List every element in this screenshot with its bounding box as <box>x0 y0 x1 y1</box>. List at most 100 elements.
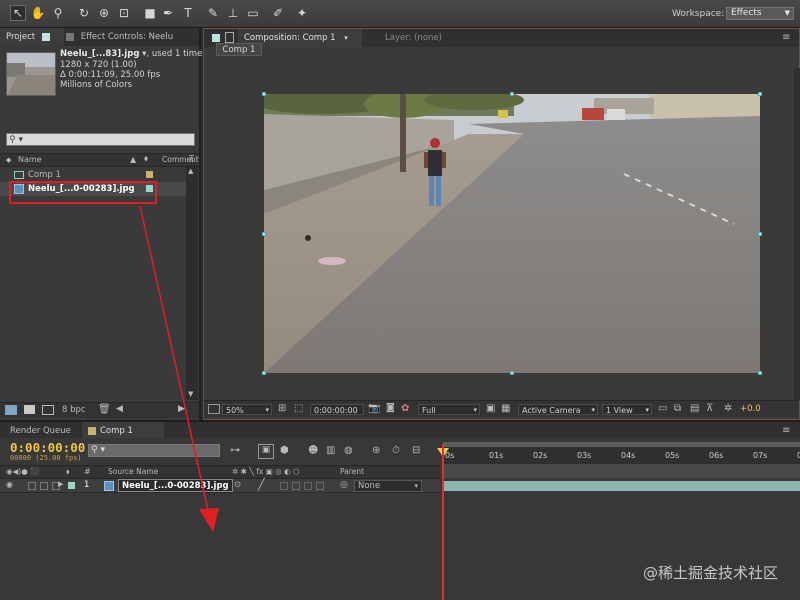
new-composition-icon[interactable] <box>42 405 54 415</box>
transparency-grid-icon[interactable]: ▦ <box>501 403 510 414</box>
pickwhip-icon[interactable]: ◎ <box>340 480 348 490</box>
label-color-swatch[interactable] <box>68 482 75 489</box>
list-item[interactable]: Comp 1 <box>0 168 186 182</box>
workspace-select[interactable]: Effects ▼ <box>726 7 794 20</box>
puppet-pin-icon[interactable]: ✦ <box>294 5 310 21</box>
type-icon[interactable]: T <box>180 5 196 21</box>
audio-toggle[interactable] <box>28 482 36 490</box>
flowchart-icon[interactable]: ⊼ <box>706 403 713 414</box>
shy-icon[interactable]: ☻ <box>308 445 318 456</box>
pen-icon[interactable]: ✒ <box>160 5 176 21</box>
graph-editor-icon[interactable]: ⊛ <box>372 445 380 456</box>
solo-toggle[interactable] <box>40 482 48 490</box>
timeline-icon[interactable]: ▤ <box>690 403 699 414</box>
selection-arrow-icon[interactable]: ↖ <box>10 5 26 21</box>
scroll-left-icon[interactable]: ◀ <box>116 404 123 414</box>
label-color-swatch[interactable] <box>146 171 153 178</box>
transform-handle[interactable] <box>758 371 762 375</box>
toggle-pixel-aspect-icon[interactable]: ▭ <box>658 403 667 414</box>
parent-select[interactable]: None ▾ <box>354 480 422 492</box>
viewer-scrollbar[interactable] <box>794 68 800 400</box>
tab-layer[interactable]: Layer: (none) <box>379 29 475 47</box>
flowchart-icon[interactable]: ⊼ <box>188 155 195 165</box>
comp-navigator-tab[interactable]: Comp 1 <box>216 43 262 56</box>
scroll-down-icon[interactable]: ▼ <box>188 390 193 398</box>
scroll-right-icon[interactable]: ▶ <box>178 404 185 414</box>
timeline-search-input[interactable]: ⚲ ▾ <box>88 444 220 457</box>
transform-handle[interactable] <box>262 232 266 236</box>
roto-brush-icon[interactable]: ✐ <box>270 5 286 21</box>
tab-effect-controls[interactable]: Effect Controls: Neelu <box>60 28 206 46</box>
column-name[interactable]: Name <box>18 155 42 164</box>
channel-icon[interactable]: ✿ <box>401 403 409 414</box>
magnification-select[interactable]: 50% ▾ <box>222 404 272 415</box>
transform-handle[interactable] <box>262 92 266 96</box>
resolution-select[interactable]: Full ▾ <box>418 404 480 415</box>
motion-blur-icon[interactable]: ◍ <box>344 445 353 456</box>
camera-orbit-icon[interactable]: ⊕ <box>96 5 112 21</box>
region-of-interest-icon[interactable]: ▣ <box>486 403 495 414</box>
zoom-icon[interactable]: ⚲ <box>50 5 66 21</box>
project-search-input[interactable]: ⚲ ▾ <box>6 133 195 146</box>
fast-preview-icon[interactable]: ⧉ <box>674 403 681 414</box>
camera-select[interactable]: Active Camera ▾ <box>518 404 598 415</box>
current-time[interactable]: 0:00:00:00 <box>10 440 85 455</box>
frame-blending-icon[interactable]: ▥ <box>326 445 335 456</box>
label-column-icon[interactable]: ◆ <box>6 154 11 166</box>
scroll-up-icon[interactable]: ▲ <box>188 167 193 175</box>
switch-collapse-icon[interactable]: ⊙ <box>234 480 241 490</box>
transform-handle[interactable] <box>758 92 762 96</box>
hand-icon[interactable]: ✋ <box>30 5 46 21</box>
mini-flowchart-icon[interactable]: ⊶ <box>230 445 240 456</box>
layer-row[interactable]: ◉ ▶ 1 Neelu_[...0-00283].jpg ⊙ ╱ ◎ None ▾ <box>0 478 440 493</box>
transform-handle[interactable] <box>262 371 266 375</box>
panel-menu-icon[interactable]: ≡ <box>782 425 790 436</box>
trash-icon[interactable]: 🗑 <box>98 404 111 415</box>
quality-switch-icon[interactable]: ╱ <box>258 478 265 491</box>
effects-switch[interactable] <box>280 482 288 490</box>
project-scrollbar[interactable]: ▲ ▼ <box>186 167 198 400</box>
transform-handle[interactable] <box>758 232 762 236</box>
brainstorm-icon[interactable]: ⏱ <box>392 445 400 456</box>
exposure-value[interactable]: +0.0 <box>740 404 761 414</box>
layer-duration-bar[interactable] <box>443 481 800 491</box>
exposure-reset-icon[interactable]: ✲ <box>724 403 732 414</box>
bit-depth-button[interactable]: 8 bpc <box>62 405 86 415</box>
motion-blur-switch[interactable] <box>304 482 312 490</box>
snapshot-icon[interactable]: 📷 <box>368 403 380 414</box>
transform-handle[interactable] <box>510 92 514 96</box>
current-time-display[interactable]: 0:00:00:00 <box>310 404 364 415</box>
comp-marker-icon[interactable]: ▣ <box>258 444 274 459</box>
transform-handle[interactable] <box>510 371 514 375</box>
new-folder-icon[interactable] <box>24 405 35 414</box>
clone-stamp-icon[interactable]: ⊥ <box>225 5 241 21</box>
draft-3d-icon[interactable]: ⬢ <box>280 445 289 456</box>
layer-name[interactable]: Neelu_[...0-00283].jpg <box>118 479 233 492</box>
eye-icon[interactable]: ◉ <box>6 480 13 489</box>
column-source-name[interactable]: Source Name <box>108 467 158 476</box>
eraser-icon[interactable]: ▭ <box>245 5 261 21</box>
mask-visibility-icon[interactable]: ⬚ <box>294 403 303 414</box>
time-navigator[interactable] <box>443 442 800 447</box>
interpret-footage-icon[interactable] <box>5 405 17 415</box>
sort-icon[interactable]: ▲ <box>130 155 136 164</box>
lock-icon[interactable] <box>225 32 234 43</box>
always-preview-icon[interactable] <box>208 404 220 414</box>
pan-behind-icon[interactable]: ⊡ <box>116 5 132 21</box>
current-time-indicator[interactable] <box>442 444 444 600</box>
show-snapshot-icon[interactable]: ◙ <box>386 403 395 413</box>
render-icon[interactable]: ⊟ <box>412 445 420 456</box>
work-area-bar[interactable] <box>443 464 800 478</box>
title-safe-icon[interactable]: ⊞ <box>278 403 286 414</box>
brush-icon[interactable]: ✎ <box>205 5 221 21</box>
rectangle-icon[interactable]: ■ <box>142 5 158 21</box>
frame-blend-switch[interactable] <box>292 482 300 490</box>
footage-frame[interactable] <box>264 94 760 373</box>
expand-triangle-icon[interactable]: ▶ <box>58 480 63 488</box>
view-layout-select[interactable]: 1 View ▾ <box>602 404 652 415</box>
adjustment-switch[interactable] <box>316 482 324 490</box>
tab-project[interactable]: Project <box>0 28 64 46</box>
column-parent[interactable]: Parent <box>340 467 364 476</box>
time-ruler[interactable]: 0s01s02s03s04s05s06s07s08s <box>443 442 800 464</box>
label-column-icon[interactable]: ⬧ <box>66 467 70 477</box>
